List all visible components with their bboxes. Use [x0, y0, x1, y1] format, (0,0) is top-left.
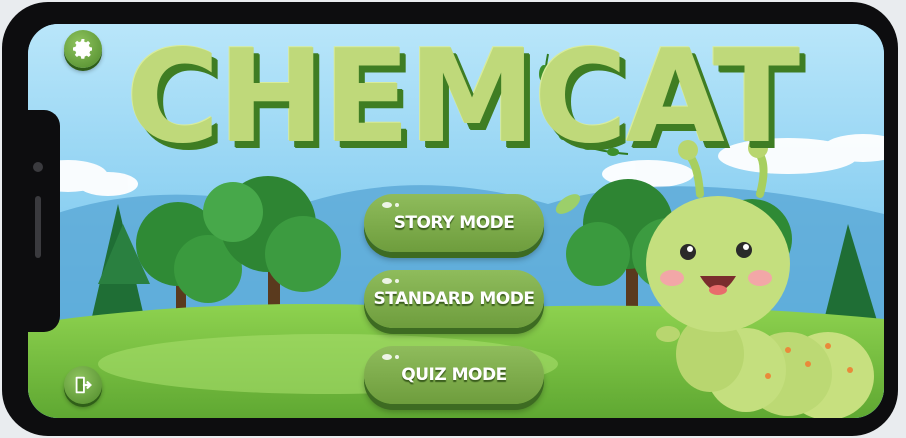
button-shine — [395, 279, 399, 283]
quiz-mode-label: QUIZ MODE — [401, 365, 507, 385]
exit-door-icon — [75, 376, 92, 394]
button-shine — [382, 202, 392, 208]
button-shine — [382, 354, 392, 360]
button-shine — [395, 355, 399, 359]
exit-button[interactable] — [64, 366, 102, 404]
quiz-mode-button[interactable]: QUIZ MODE — [364, 346, 544, 404]
settings-button[interactable] — [64, 30, 102, 68]
game-title: CHEMCAT — [125, 24, 800, 172]
standard-mode-label: STANDARD MODE — [373, 289, 535, 309]
phone-frame: CHEMCAT STORY MODE STANDARD MODE QUIZ MO… — [2, 2, 898, 436]
phone-notch — [2, 110, 60, 332]
game-screen: CHEMCAT STORY MODE STANDARD MODE QUIZ MO… — [28, 24, 884, 418]
phone-speaker — [35, 196, 41, 258]
story-mode-label: STORY MODE — [393, 213, 515, 233]
standard-mode-button[interactable]: STANDARD MODE — [364, 270, 544, 328]
button-shine — [382, 278, 392, 284]
story-mode-button[interactable]: STORY MODE — [364, 194, 544, 252]
gear-icon — [73, 39, 92, 59]
front-camera — [33, 162, 43, 172]
button-shine — [395, 203, 399, 207]
